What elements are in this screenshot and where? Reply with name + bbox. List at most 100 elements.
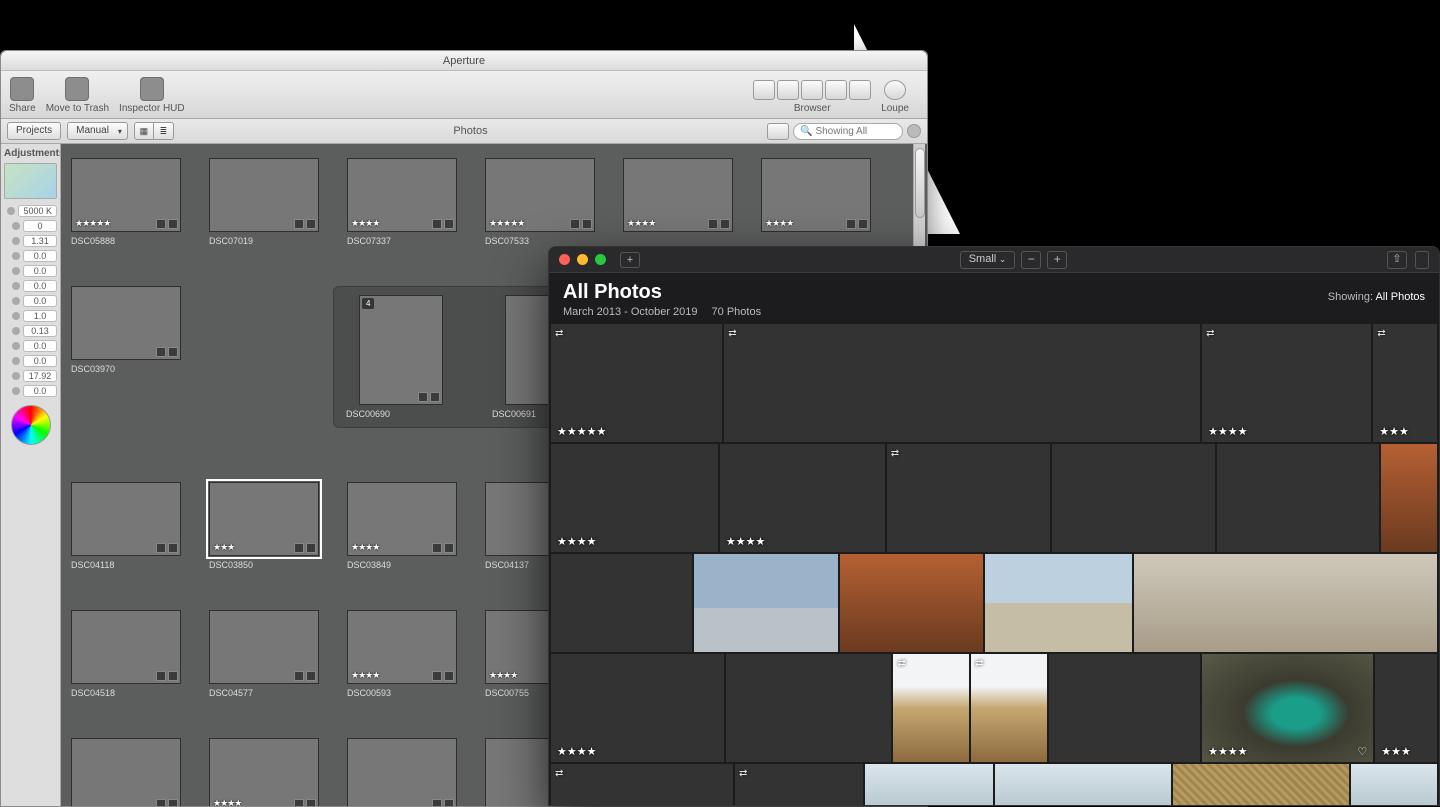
adjustment-value[interactable]: 0.13 (23, 325, 57, 337)
photo-thumb[interactable] (1049, 654, 1200, 762)
clear-search-button[interactable] (907, 124, 921, 138)
adjustment-value[interactable]: 0.0 (23, 340, 57, 352)
photo-thumb[interactable]: ⇄ (971, 654, 1047, 762)
reset-icon[interactable] (7, 207, 15, 215)
photo-thumb[interactable]: ★★★★ (551, 654, 724, 762)
photo-thumb[interactable]: ★★★★ (209, 738, 319, 806)
photo-thumb[interactable]: ⇄★★★★ (1202, 324, 1371, 442)
view-list-toggle[interactable]: ≣ (154, 122, 174, 140)
photo-thumb[interactable]: 4DSC00690 (346, 295, 456, 419)
zoom-button[interactable] (595, 254, 606, 265)
photo-thumb[interactable]: ★★★DSC03850 (209, 482, 319, 570)
photo-thumb[interactable] (995, 764, 1171, 806)
adjustment-row[interactable]: 1.0 (4, 310, 57, 322)
photo-thumb[interactable] (1052, 444, 1215, 552)
photo-thumb[interactable]: DSC04577 (209, 610, 319, 698)
sort-select[interactable]: Manual (67, 122, 128, 140)
adjustment-value[interactable]: 1.0 (23, 310, 57, 322)
adjustment-value[interactable]: 0.0 (23, 295, 57, 307)
photo-thumb[interactable]: DSC03970 (71, 286, 181, 374)
photo-thumb[interactable]: ★★★★★DSC07533 (485, 158, 595, 246)
adjustment-row[interactable]: 0.0 (4, 355, 57, 367)
photo-thumb[interactable] (694, 554, 837, 652)
adjustment-row[interactable]: 17.92 (4, 370, 57, 382)
browser-places-button[interactable] (849, 80, 871, 100)
zoom-out-button[interactable]: − (1021, 251, 1041, 269)
adjustment-value[interactable]: 0.0 (23, 250, 57, 262)
inspector-hud-button[interactable]: Inspector HUD (119, 77, 185, 114)
photo-thumb[interactable]: ⇄ (887, 444, 1050, 552)
reset-icon[interactable] (12, 267, 20, 275)
photo-thumb[interactable] (1381, 444, 1437, 552)
photo-thumb[interactable] (71, 738, 181, 806)
camera-import-button[interactable] (767, 123, 789, 140)
adjustment-value[interactable]: 0.0 (23, 280, 57, 292)
scrollbar-thumb[interactable] (915, 148, 925, 218)
photo-thumb[interactable] (551, 554, 692, 652)
adjustment-row[interactable]: 0.0 (4, 250, 57, 262)
reset-icon[interactable] (12, 372, 20, 380)
photo-thumb[interactable] (726, 654, 891, 762)
photo-thumb[interactable]: DSC04518 (71, 610, 181, 698)
photo-thumb[interactable]: DSC04118 (71, 482, 181, 570)
photo-thumb[interactable]: ⇄★★★ (1373, 324, 1437, 442)
browser-grid-button[interactable] (753, 80, 775, 100)
reset-icon[interactable] (12, 327, 20, 335)
photo-thumb[interactable]: ★★★★ (551, 444, 718, 552)
photo-thumb[interactable]: ⇄★★★★★ (551, 324, 722, 442)
photo-thumb[interactable]: ⇄ (551, 764, 733, 806)
adjustment-row[interactable]: 5000 K (4, 205, 57, 217)
share-button[interactable]: ⇧ (1387, 251, 1407, 269)
photo-thumb[interactable] (840, 554, 983, 652)
photo-thumb[interactable]: ★★★★★DSC05888 (71, 158, 181, 246)
photo-thumb[interactable] (985, 554, 1132, 652)
photo-thumb[interactable]: ⇄ (735, 764, 863, 806)
reset-icon[interactable] (12, 237, 20, 245)
color-wheel[interactable] (11, 405, 51, 445)
aperture-titlebar[interactable]: Aperture (1, 51, 927, 71)
adjustment-value[interactable]: 0.0 (23, 355, 57, 367)
adjustment-row[interactable]: 0.13 (4, 325, 57, 337)
adjustment-row[interactable]: 1.31 (4, 235, 57, 247)
photo-thumb[interactable] (1134, 554, 1437, 652)
photo-thumb[interactable] (1173, 764, 1349, 806)
reset-icon[interactable] (12, 297, 20, 305)
photo-thumb[interactable] (1217, 444, 1380, 552)
more-button[interactable] (1415, 251, 1429, 269)
adjustment-value[interactable]: 5000 K (18, 205, 57, 217)
photo-thumb[interactable]: ★★★★ (761, 158, 871, 246)
photo-thumb[interactable]: ★★★★DSC07337 (347, 158, 457, 246)
photo-thumb[interactable]: ⇄ (893, 654, 969, 762)
adjustment-value[interactable]: 1.31 (23, 235, 57, 247)
reset-icon[interactable] (12, 312, 20, 320)
trash-button[interactable]: Move to Trash (46, 77, 109, 114)
photo-thumb[interactable] (347, 738, 457, 806)
adjustment-row[interactable]: 0 (4, 220, 57, 232)
adjustment-row[interactable]: 0.0 (4, 385, 57, 397)
adjustment-row[interactable]: 0.0 (4, 265, 57, 277)
reset-icon[interactable] (12, 222, 20, 230)
search-field[interactable]: 🔍 Showing All (793, 123, 903, 140)
browser-split-button[interactable] (777, 80, 799, 100)
zoom-in-button[interactable]: + (1047, 251, 1067, 269)
browser-faces-button[interactable] (825, 80, 847, 100)
minimize-button[interactable] (577, 254, 588, 265)
close-button[interactable] (559, 254, 570, 265)
photo-thumb[interactable]: ★★★★♡ (1202, 654, 1373, 762)
photo-thumb[interactable]: ★★★★DSC00593 (347, 610, 457, 698)
projects-button[interactable]: Projects (7, 122, 61, 140)
photo-thumb[interactable]: DSC07019 (209, 158, 319, 246)
adjustment-row[interactable]: 0.0 (4, 280, 57, 292)
reset-icon[interactable] (12, 342, 20, 350)
reset-icon[interactable] (12, 252, 20, 260)
photo-thumb[interactable]: ⇄ (724, 324, 1200, 442)
photo-thumb[interactable]: ★★★★ (623, 158, 733, 246)
loupe-button[interactable] (884, 80, 906, 100)
adjustment-value[interactable]: 17.92 (23, 370, 57, 382)
reset-icon[interactable] (12, 387, 20, 395)
adjustment-value[interactable]: 0 (23, 220, 57, 232)
view-grid-toggle[interactable]: ▦ (134, 122, 154, 140)
sidebar-toggle-button[interactable]: + (620, 252, 640, 268)
photo-thumb[interactable] (865, 764, 993, 806)
photo-thumb[interactable]: ★★★★ (720, 444, 885, 552)
